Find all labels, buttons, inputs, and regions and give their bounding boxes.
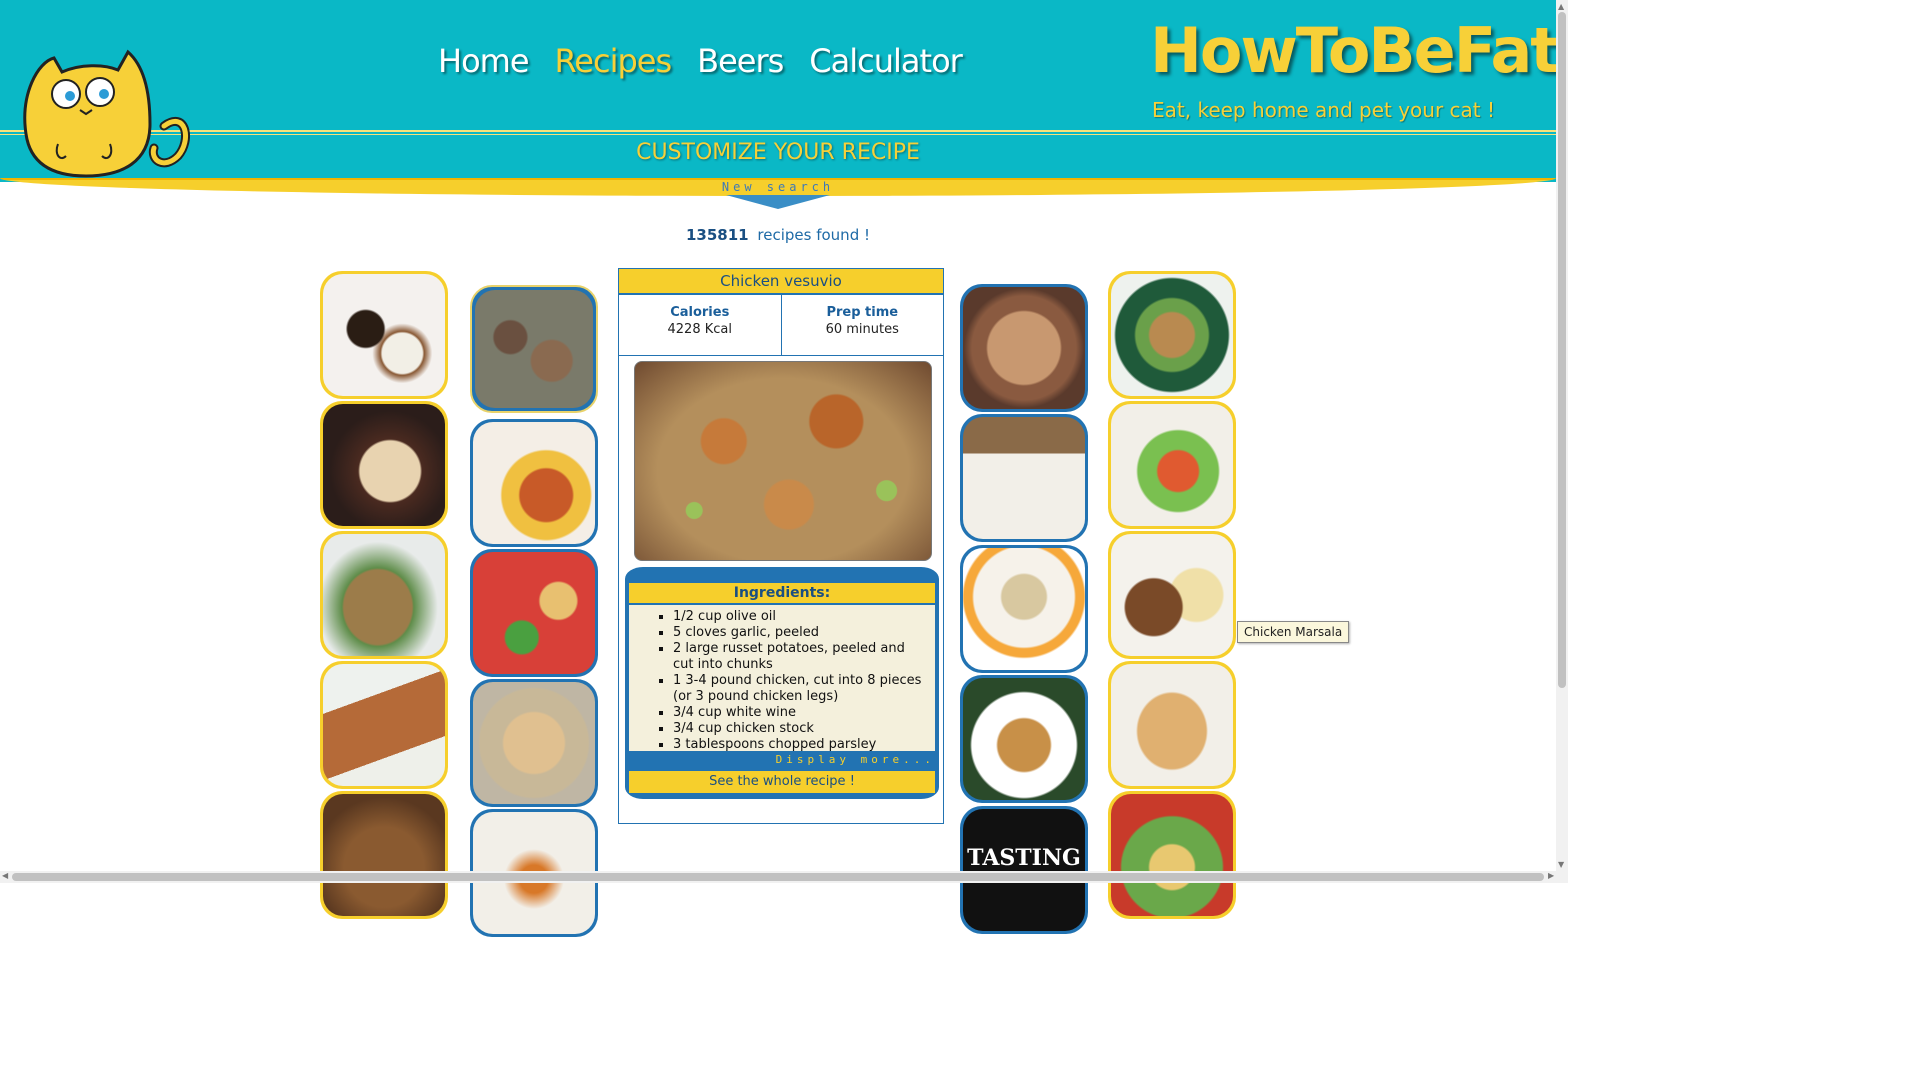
ingredient-item: 3/4 cup white wine: [673, 705, 927, 721]
main-nav: Home Recipes Beers Calculator: [438, 42, 963, 80]
header-rule: [0, 134, 1556, 135]
ingredient-item: 3/4 cup chicken stock: [673, 721, 927, 737]
nav-beers[interactable]: Beers: [697, 42, 784, 80]
nav-calculator[interactable]: Calculator: [809, 42, 962, 80]
recipe-thumbnail[interactable]: [320, 661, 448, 789]
vertical-scroll-thumb[interactable]: [1558, 12, 1566, 688]
recipe-thumbnail[interactable]: [960, 414, 1088, 542]
calories-label: Calories: [670, 305, 730, 320]
recipe-thumbnail[interactable]: [320, 791, 448, 919]
ingredient-item: 5 cloves garlic, peeled: [673, 625, 927, 641]
prep-time-value: 60 minutes: [825, 322, 899, 337]
recipe-photo[interactable]: [634, 361, 932, 561]
scroll-down-icon[interactable]: ▼: [1558, 860, 1564, 869]
results-number: 135811: [686, 226, 749, 244]
recipe-thumbnail[interactable]: [1108, 661, 1236, 789]
results-suffix: recipes found !: [757, 226, 870, 244]
ingredients-panel: Ingredients: 1/2 cup olive oil 5 cloves …: [625, 567, 939, 799]
scroll-up-icon[interactable]: ▲: [1558, 2, 1564, 11]
ingredient-item: 2 large russet potatoes, peeled and cut …: [673, 641, 927, 673]
recipe-thumbnail[interactable]: [1108, 271, 1236, 399]
header-rule: [0, 130, 1556, 132]
recipe-thumbnail[interactable]: [320, 401, 448, 529]
recipe-thumbnail[interactable]: [960, 675, 1088, 803]
recipe-thumbnail[interactable]: [960, 545, 1088, 673]
nav-recipes[interactable]: Recipes: [555, 42, 673, 80]
nav-home[interactable]: Home: [438, 42, 529, 80]
vertical-scrollbar[interactable]: ▲ ▼: [1556, 0, 1568, 871]
recipe-thumbnail[interactable]: [470, 285, 598, 413]
horizontal-scrollbar[interactable]: ◀ ▶: [0, 871, 1568, 883]
horizontal-scroll-thumb[interactable]: [12, 873, 1544, 881]
recipe-thumbnail[interactable]: [320, 531, 448, 659]
recipe-title[interactable]: Chicken vesuvio: [619, 269, 943, 295]
recipe-thumbnail[interactable]: [470, 419, 598, 547]
see-whole-recipe-button[interactable]: See the whole recipe !: [629, 771, 935, 793]
display-more-link[interactable]: Display more...: [629, 753, 935, 767]
recipe-thumbnail[interactable]: [1108, 401, 1236, 529]
customize-recipe-link[interactable]: CUSTOMIZE YOUR RECIPE: [0, 140, 1556, 165]
ingredient-item: 3 tablespoons chopped parsley: [673, 737, 927, 751]
prep-time-label: Prep time: [826, 305, 899, 320]
calories-stat: Calories 4228 Kcal: [619, 293, 781, 355]
recipe-thumbnail[interactable]: TASTING: [960, 806, 1088, 934]
ingredients-heading: Ingredients:: [629, 583, 935, 603]
recipe-thumbnail[interactable]: [1108, 791, 1236, 919]
recipe-stats: Calories 4228 Kcal Prep time 60 minutes: [619, 293, 943, 356]
recipe-thumbnail[interactable]: [960, 284, 1088, 412]
scroll-right-icon[interactable]: ▶: [1548, 871, 1554, 880]
ingredient-item: 1 3-4 pound chicken, cut into 8 pieces (…: [673, 673, 927, 705]
featured-recipe-card: Chicken vesuvio Calories 4228 Kcal Prep …: [618, 268, 944, 824]
new-search-label[interactable]: New search: [700, 180, 856, 194]
scroll-left-icon[interactable]: ◀: [2, 871, 8, 880]
new-search-tab[interactable]: [726, 195, 830, 209]
thumbnail-tooltip: Chicken Marsala: [1237, 621, 1350, 643]
recipe-thumbnail[interactable]: [470, 679, 598, 807]
ingredients-list: 1/2 cup olive oil 5 cloves garlic, peele…: [629, 605, 935, 751]
brand-tagline: Eat, keep home and pet your cat !: [1152, 98, 1496, 122]
ingredient-item: 1/2 cup olive oil: [673, 609, 927, 625]
recipe-thumbnail[interactable]: [320, 271, 448, 399]
recipe-thumbnail[interactable]: [470, 549, 598, 677]
recipe-thumbnail[interactable]: [1108, 531, 1236, 659]
prep-time-stat: Prep time 60 minutes: [780, 293, 944, 355]
calories-value: 4228 Kcal: [667, 322, 732, 337]
results-count: 135811 recipes found !: [0, 226, 1556, 244]
tasting-logo: TASTING: [963, 809, 1085, 931]
brand-title[interactable]: HowToBeFat: [1150, 14, 1560, 87]
